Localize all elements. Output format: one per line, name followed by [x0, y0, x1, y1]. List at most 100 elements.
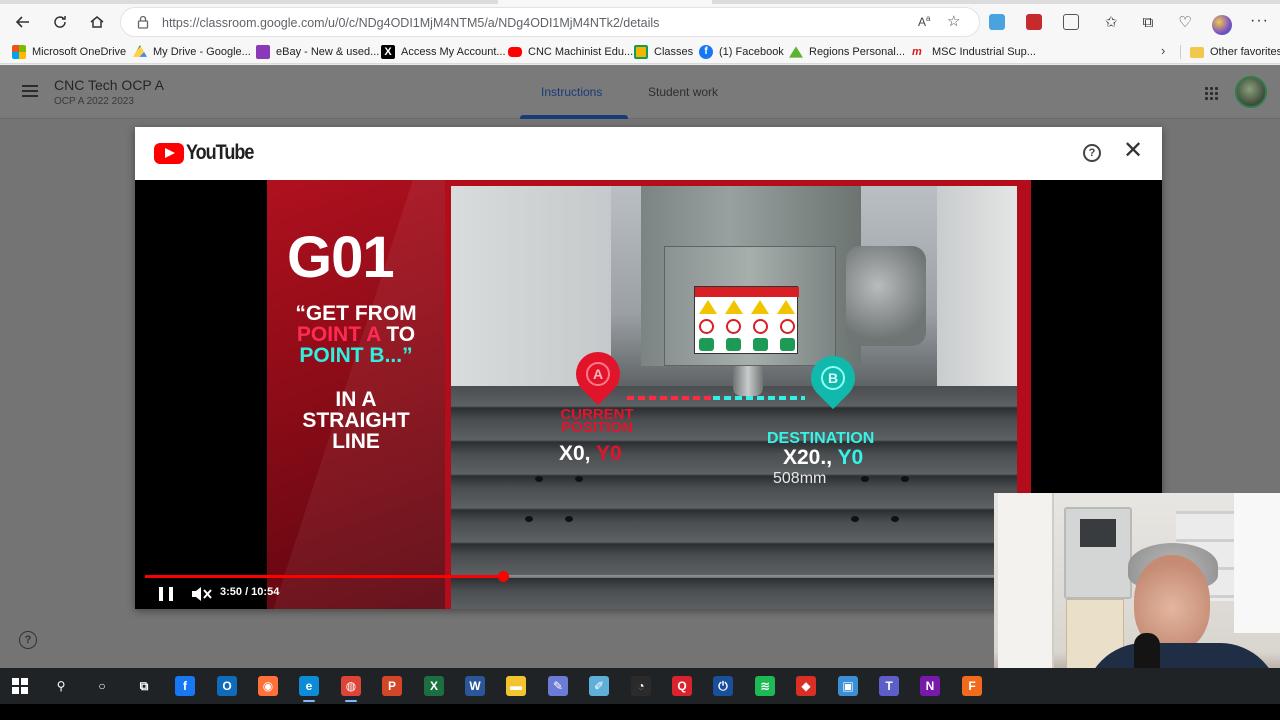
task-view-icon[interactable]: ⧉: [134, 676, 154, 696]
point-a-text: POINT A: [296, 323, 381, 346]
dest-y: Y0: [832, 446, 864, 469]
bookmark-label: Regions Personal...: [809, 46, 905, 58]
warning-triangle-icon: [777, 300, 795, 314]
main-menu-icon[interactable]: [22, 85, 38, 97]
facebook-app-icon[interactable]: f: [175, 676, 195, 696]
facebook-icon: f: [699, 45, 713, 59]
to-text: TO: [380, 323, 416, 346]
onenote-icon[interactable]: N: [920, 676, 940, 696]
more-menu-icon[interactable]: ···: [1250, 12, 1269, 30]
bookmark-label: Access My Account...: [401, 46, 506, 58]
pin-a-letter: A: [586, 362, 610, 386]
table-hole: [851, 516, 859, 522]
edge-icon[interactable]: e: [299, 676, 319, 702]
warning-triangle-icon: [751, 300, 769, 314]
extension-video-icon[interactable]: [1026, 14, 1042, 30]
refresh-icon: [54, 16, 66, 28]
bookmark-cnc-machinist[interactable]: CNC Machinist Edu...: [508, 44, 633, 60]
google-drive-icon: [133, 45, 147, 57]
powerpoint-icon[interactable]: P: [382, 676, 402, 696]
home-button[interactable]: [83, 8, 111, 36]
muted-volume-icon[interactable]: [190, 584, 212, 604]
tab-instructions[interactable]: Instructions: [541, 85, 602, 99]
mill-motor: [846, 246, 926, 346]
scene-wall-right: [937, 186, 1017, 386]
cortana-icon[interactable]: ○: [92, 676, 112, 696]
collections-icon[interactable]: ⧉: [1134, 8, 1162, 36]
bookmark-access-account[interactable]: X Access My Account...: [381, 44, 506, 60]
bookmark-onedrive[interactable]: Microsoft OneDrive: [12, 44, 126, 60]
file-explorer-icon[interactable]: ▬: [506, 676, 526, 696]
table-hole: [901, 476, 909, 482]
windows-start-icon[interactable]: [12, 678, 28, 694]
google-apps-icon[interactable]: [1204, 86, 1218, 100]
bookmarks-bar: Microsoft OneDrive My Drive - Google... …: [0, 40, 1280, 64]
address-bar[interactable]: https://classroom.google.com/u/0/c/NDg4O…: [120, 7, 980, 37]
search-icon[interactable]: ⚲: [51, 676, 71, 696]
screen-bottom-edge: [0, 704, 1280, 720]
notes-icon[interactable]: ✐: [589, 676, 609, 696]
bookmark-classes[interactable]: Classes: [634, 44, 693, 60]
current-label-line2: POSITION: [561, 419, 633, 436]
bookmark-regions[interactable]: Regions Personal...: [789, 44, 905, 60]
favorite-star-icon[interactable]: ☆: [947, 12, 960, 30]
excel-icon[interactable]: X: [424, 676, 444, 696]
teams-icon[interactable]: T: [879, 676, 899, 696]
modal-close-icon[interactable]: ✕: [1123, 139, 1143, 163]
snip-icon[interactable]: ▣: [838, 676, 858, 696]
progress-scrubber-handle[interactable]: [498, 571, 509, 582]
firefox-icon[interactable]: ◉: [258, 676, 278, 696]
webcam-cnc-controller: [1064, 507, 1132, 599]
read-aloud-icon[interactable]: Aa: [918, 14, 930, 29]
prohibition-icon: [726, 319, 741, 334]
outlook-icon[interactable]: O: [217, 676, 237, 696]
pause-icon[interactable]: [159, 587, 173, 601]
favorites-icon[interactable]: ✩: [1097, 8, 1125, 36]
bookmark-google-drive[interactable]: My Drive - Google...: [133, 44, 251, 60]
slide-code: G01: [287, 225, 395, 290]
back-button[interactable]: [9, 8, 37, 36]
course-title[interactable]: CNC Tech OCP A: [54, 77, 164, 93]
mill-tool: [733, 366, 763, 396]
fusion-icon[interactable]: F: [962, 676, 982, 696]
bookmark-other-favorites[interactable]: Other favorites: [1190, 44, 1280, 60]
tab-student-work[interactable]: Student work: [648, 85, 718, 99]
prohibition-icon: [780, 319, 795, 334]
table-hole: [891, 516, 899, 522]
bookmark-msc[interactable]: m MSC Industrial Sup...: [912, 44, 1036, 60]
word-icon[interactable]: W: [465, 676, 485, 696]
table-hole: [575, 476, 583, 482]
bookmark-facebook[interactable]: f (1) Facebook: [699, 44, 784, 60]
q-app-icon[interactable]: Q: [672, 676, 692, 696]
paint-icon[interactable]: ✎: [548, 676, 568, 696]
home-icon: [90, 16, 104, 28]
extensions-puzzle-icon[interactable]: [1063, 14, 1079, 30]
power-app-icon[interactable]: ⏻: [713, 676, 733, 696]
bookmark-label: Microsoft OneDrive: [32, 46, 127, 58]
mandatory-icon: [780, 338, 795, 351]
extension-cloud-icon[interactable]: [989, 14, 1005, 30]
modal-help-icon[interactable]: ?: [1083, 144, 1101, 162]
progress-played: [145, 575, 503, 578]
bookmarks-overflow-chevron-icon[interactable]: ›: [1161, 43, 1165, 58]
spotify-icon[interactable]: ≋: [755, 676, 775, 696]
chrome-icon[interactable]: ◍: [341, 676, 361, 702]
warning-row: [699, 300, 795, 315]
profile-avatar-icon[interactable]: [1212, 15, 1232, 35]
time-display: 3:50 / 10:54: [220, 586, 280, 598]
refresh-button[interactable]: [46, 8, 74, 36]
current-coords: X0, Y0: [559, 442, 622, 466]
browser-toolbar: https://classroom.google.com/u/0/c/NDg4O…: [0, 4, 1280, 40]
path-dashes-red: [627, 396, 712, 400]
bookmark-ebay[interactable]: eBay - New & used...: [256, 44, 379, 60]
browser-essentials-icon[interactable]: ♡: [1171, 8, 1199, 36]
warning-row: [699, 338, 795, 353]
red-app-icon[interactable]: ◆: [796, 676, 816, 696]
help-icon[interactable]: ?: [19, 631, 37, 649]
warning-triangle-icon: [725, 300, 743, 314]
destination-coords: X20., Y0: [783, 446, 863, 470]
clock-app-icon[interactable]: ◔: [631, 676, 651, 696]
regions-icon: [789, 46, 803, 58]
account-avatar[interactable]: [1235, 76, 1267, 108]
dest-x: X20.,: [783, 446, 833, 469]
